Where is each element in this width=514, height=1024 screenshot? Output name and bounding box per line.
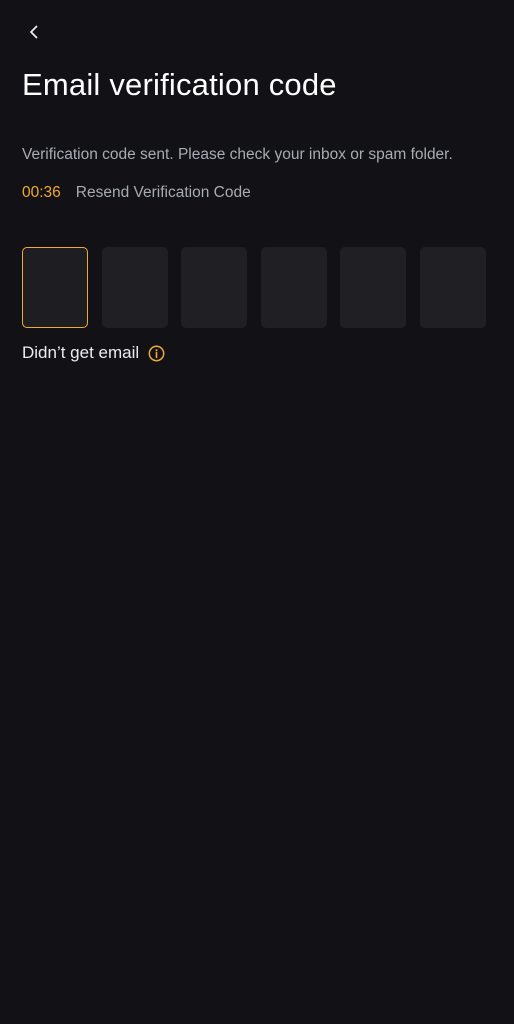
resend-code-link[interactable]: Resend Verification Code [76,183,251,203]
code-digit-box-5[interactable] [340,247,407,328]
didnt-get-email-link[interactable]: Didn’t get email [22,341,165,365]
code-digit-box-1[interactable] [22,247,88,328]
code-digit-box-4[interactable] [260,247,327,328]
info-icon[interactable] [148,345,165,362]
didnt-get-email-label: Didn’t get email [22,343,140,362]
code-digit-box-2[interactable] [101,247,168,328]
instruction-text: Verification code sent. Please check you… [22,146,453,163]
page-title: Email verification code [22,67,337,102]
back-button[interactable] [18,18,50,50]
code-digit-box-6[interactable] [419,247,486,328]
code-digit-box-3[interactable] [181,247,248,328]
resend-row: 00:36 Resend Verification Code [22,183,251,203]
verification-code-input [22,247,486,328]
chevron-left-icon [26,24,42,45]
countdown-timer: 00:36 [22,184,61,201]
